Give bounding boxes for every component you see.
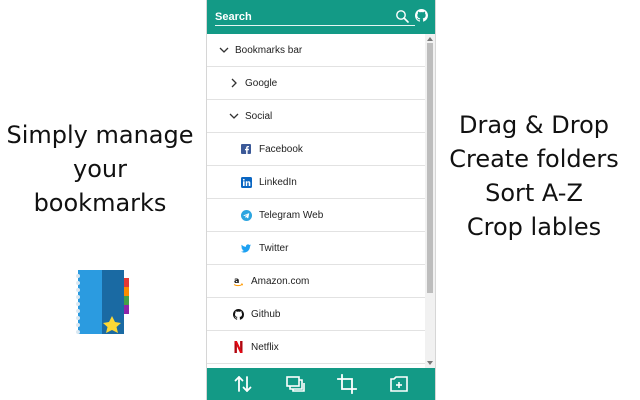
folder-row-google[interactable]: Google [207, 67, 425, 100]
facebook-icon [239, 142, 253, 156]
crop-button[interactable] [335, 372, 359, 396]
crop-icon [337, 374, 357, 394]
telegram-icon [239, 208, 253, 222]
folder-row-social[interactable]: Social [207, 100, 425, 133]
row-label: LinkedIn [259, 176, 297, 188]
feature-line: Create folders [449, 145, 619, 173]
row-label: Telegram Web [259, 209, 324, 221]
row-label: Bookmarks bar [235, 44, 303, 56]
row-label: Google [245, 77, 278, 89]
search-icon[interactable] [395, 9, 409, 23]
chevron-down-icon[interactable] [229, 111, 239, 121]
scroll-thumb[interactable] [427, 43, 433, 293]
row-label: Twitter [259, 242, 289, 254]
row-label: Amazon.com [251, 275, 310, 287]
folder-row-bookmarks-bar[interactable]: Bookmarks bar [207, 34, 425, 67]
feature-line: Sort A-Z [485, 179, 583, 207]
bookmark-tree: Bookmarks bar Google Social Facebook Lin… [207, 34, 425, 368]
bookmark-row-twitter[interactable]: Twitter [207, 232, 425, 265]
chevron-right-icon[interactable] [229, 78, 239, 88]
feature-line: Drag & Drop [459, 111, 609, 139]
bookmark-row-facebook[interactable]: Facebook [207, 133, 425, 166]
promo-text-right: Drag & Drop Create folders Sort A-Z Crop… [436, 108, 632, 244]
row-label: Social [245, 110, 273, 122]
folders-button[interactable] [283, 372, 307, 396]
bookmark-row-telegram[interactable]: Telegram Web [207, 199, 425, 232]
promo-line: bookmarks [33, 189, 167, 217]
folders-icon [286, 376, 305, 392]
tree-scrollbar[interactable] [425, 34, 435, 368]
svg-text:a: a [234, 276, 239, 285]
app-logo-icon [76, 270, 129, 334]
row-label: Netflix [251, 341, 279, 353]
row-label: Github [251, 308, 281, 320]
github-icon [231, 307, 245, 321]
netflix-icon [231, 340, 245, 354]
amazon-icon: a [231, 274, 245, 288]
twitter-icon [239, 241, 253, 255]
linkedin-icon [239, 175, 253, 189]
bookmark-row-amazon[interactable]: a Amazon.com [207, 265, 425, 298]
bookmark-row-linkedin[interactable]: LinkedIn [207, 166, 425, 199]
bookmark-row-github[interactable]: Github [207, 298, 425, 331]
promo-line: your [73, 155, 127, 183]
sort-icon [234, 376, 252, 392]
scroll-down-arrow[interactable] [427, 361, 433, 365]
row-label: Facebook [259, 143, 303, 155]
feature-line: Crop lables [466, 213, 602, 241]
search-input[interactable] [215, 8, 415, 26]
bookmark-row-netflix[interactable]: Netflix [207, 331, 425, 364]
github-icon[interactable] [415, 9, 428, 22]
promo-text-left: Simply manage your bookmarks [0, 118, 200, 220]
bottom-toolbar [207, 368, 435, 400]
add-folder-button[interactable] [387, 372, 411, 396]
chevron-down-icon[interactable] [219, 45, 229, 55]
top-bar [207, 0, 435, 34]
scroll-up-arrow[interactable] [427, 37, 433, 41]
bookmark-popup: Bookmarks bar Google Social Facebook Lin… [206, 0, 436, 400]
add-folder-icon [390, 376, 408, 392]
sort-button[interactable] [231, 372, 255, 396]
promo-line: Simply manage [6, 121, 194, 149]
